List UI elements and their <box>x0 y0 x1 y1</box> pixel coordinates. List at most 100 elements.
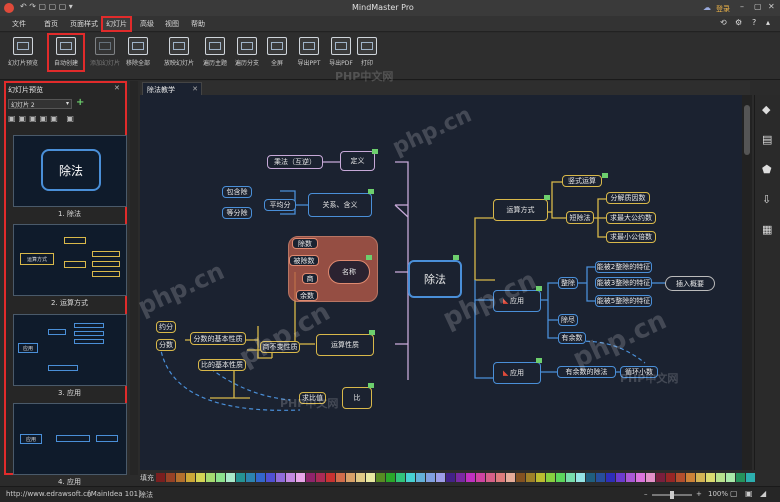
color-swatch[interactable] <box>286 473 295 482</box>
color-swatch[interactable] <box>486 473 495 482</box>
node-gcd[interactable]: 求最大公约数 <box>606 212 656 224</box>
scrollbar-thumb[interactable] <box>744 105 750 155</box>
color-swatch[interactable] <box>576 473 585 482</box>
color-swatch[interactable] <box>536 473 545 482</box>
menu-slides[interactable]: 幻灯片 <box>101 16 132 32</box>
minimize-button[interactable]: – <box>740 2 744 11</box>
color-swatch[interactable] <box>326 473 335 482</box>
node-divisible-by-5[interactable]: 能被5整除的特征 <box>595 295 652 307</box>
traverse-topic-button[interactable]: 遍历主题 <box>198 35 232 75</box>
color-swatch[interactable] <box>166 473 175 482</box>
node-center-division[interactable]: 除法 <box>408 260 462 298</box>
color-swatch[interactable] <box>356 473 365 482</box>
node-operation-method[interactable]: 运算方式 <box>493 199 548 221</box>
color-swatch[interactable] <box>176 473 185 482</box>
color-swatch[interactable] <box>366 473 375 482</box>
color-swatch[interactable] <box>666 473 675 482</box>
color-swatch[interactable] <box>586 473 595 482</box>
paint-bucket-icon[interactable]: ◆ <box>762 103 770 116</box>
color-swatch[interactable] <box>336 473 345 482</box>
node-vertical-calc[interactable]: 竖式运算 <box>562 175 602 187</box>
color-swatch[interactable] <box>546 473 555 482</box>
node-divisible-by-2[interactable]: 能被2整除的特征 <box>595 261 652 273</box>
color-swatch[interactable] <box>426 473 435 482</box>
node-insert-summary[interactable]: 插入概要 <box>665 276 715 291</box>
zoom-slider[interactable] <box>652 491 692 499</box>
swatch-row[interactable] <box>156 473 776 482</box>
zoom-slider-handle[interactable] <box>670 491 674 499</box>
quick-access-icons[interactable]: ↶ ↷ ▢ ▢ ▢ ▾ <box>20 2 73 11</box>
login-link[interactable]: 登录 <box>716 4 730 14</box>
node-divisor[interactable]: 除数 <box>292 238 318 249</box>
collapse-ribbon-icon[interactable]: ▴ <box>766 18 770 27</box>
color-swatch[interactable] <box>506 473 515 482</box>
node-application-2[interactable]: 应用 <box>493 362 541 384</box>
node-exact-division[interactable]: 除尽 <box>558 314 578 326</box>
pentagon-icon[interactable]: ⬟ <box>762 163 772 176</box>
tab-division-teaching[interactable]: 除法教学 ✕ <box>142 82 202 95</box>
node-equal-division[interactable]: 等分除 <box>222 207 252 219</box>
color-swatch[interactable] <box>606 473 615 482</box>
node-inclusive-division[interactable]: 包含除 <box>222 186 252 198</box>
color-swatch[interactable] <box>526 473 535 482</box>
color-swatch[interactable] <box>256 473 265 482</box>
color-swatch[interactable] <box>246 473 255 482</box>
color-swatch[interactable] <box>406 473 415 482</box>
color-swatch[interactable] <box>676 473 685 482</box>
color-swatch[interactable] <box>626 473 635 482</box>
color-swatch[interactable] <box>746 473 755 482</box>
node-ratio-property[interactable]: 比的基本性质 <box>198 359 246 371</box>
color-swatch[interactable] <box>276 473 285 482</box>
color-swatch[interactable] <box>396 473 405 482</box>
panel-close-icon[interactable]: ✕ <box>114 84 120 92</box>
slide-preview-button[interactable]: 幻灯片预览 <box>6 35 40 75</box>
slide-select[interactable]: 幻灯片 2 ▾ <box>8 99 72 109</box>
remove-all-button[interactable]: 移除全部 <box>121 35 155 75</box>
slide-thumbnail-1[interactable]: 除法 <box>13 135 127 207</box>
node-relation[interactable]: 关系、含义 <box>308 193 372 217</box>
node-definition[interactable]: 定义 <box>340 151 375 171</box>
fullscreen-button[interactable]: 全屏 <box>260 35 294 75</box>
play-slides-button[interactable]: 放映幻灯片 <box>162 35 196 75</box>
color-palette[interactable]: 填充 <box>140 472 780 484</box>
color-swatch[interactable] <box>686 473 695 482</box>
export-ppt-button[interactable]: 导出PPT <box>292 35 326 75</box>
panel-scrollbar[interactable] <box>130 81 138 475</box>
fit-page-icon[interactable]: ▢ <box>730 489 738 498</box>
color-swatch[interactable] <box>206 473 215 482</box>
slide-thumbnail-4[interactable]: 应用 <box>13 403 127 475</box>
slide-thumbnail-3[interactable]: 应用 <box>13 314 127 386</box>
menu-file[interactable]: 文件 <box>12 19 26 29</box>
node-ratio[interactable]: 比 <box>342 387 372 409</box>
node-average[interactable]: 平均分 <box>264 199 296 211</box>
maximize-button[interactable]: ▢ <box>754 2 762 11</box>
mindmap-canvas[interactable]: 乘法（互逆） 定义 关系、含义 平均分 包含除 等分除 名称 除数 被除数 商 … <box>133 70 750 470</box>
color-swatch[interactable] <box>226 473 235 482</box>
color-swatch[interactable] <box>596 473 605 482</box>
color-swatch[interactable] <box>466 473 475 482</box>
color-swatch[interactable] <box>656 473 665 482</box>
color-swatch[interactable] <box>476 473 485 482</box>
node-quotient[interactable]: 商 <box>302 273 318 284</box>
cloud-icon[interactable]: ☁ <box>703 3 711 12</box>
color-swatch[interactable] <box>616 473 625 482</box>
node-divisible[interactable]: 整除 <box>558 277 578 289</box>
close-button[interactable]: ✕ <box>768 2 775 11</box>
share-icon[interactable]: ⟲ <box>720 18 727 27</box>
color-swatch[interactable] <box>496 473 505 482</box>
node-operation-properties[interactable]: 运算性质 <box>316 334 374 356</box>
menu-help[interactable]: 帮助 <box>191 19 205 29</box>
menu-advanced[interactable]: 高级 <box>140 19 154 29</box>
node-multiplication[interactable]: 乘法（互逆） <box>267 155 323 169</box>
color-swatch[interactable] <box>216 473 225 482</box>
calendar-icon[interactable]: ▦ <box>762 223 772 236</box>
color-swatch[interactable] <box>636 473 645 482</box>
zoom-out-button[interactable]: – <box>644 490 648 498</box>
color-swatch[interactable] <box>156 473 165 482</box>
color-swatch[interactable] <box>696 473 705 482</box>
color-swatch[interactable] <box>316 473 325 482</box>
color-swatch[interactable] <box>566 473 575 482</box>
fullscreen-status-icon[interactable]: ▣ <box>745 489 753 498</box>
color-swatch[interactable] <box>346 473 355 482</box>
color-swatch[interactable] <box>726 473 735 482</box>
